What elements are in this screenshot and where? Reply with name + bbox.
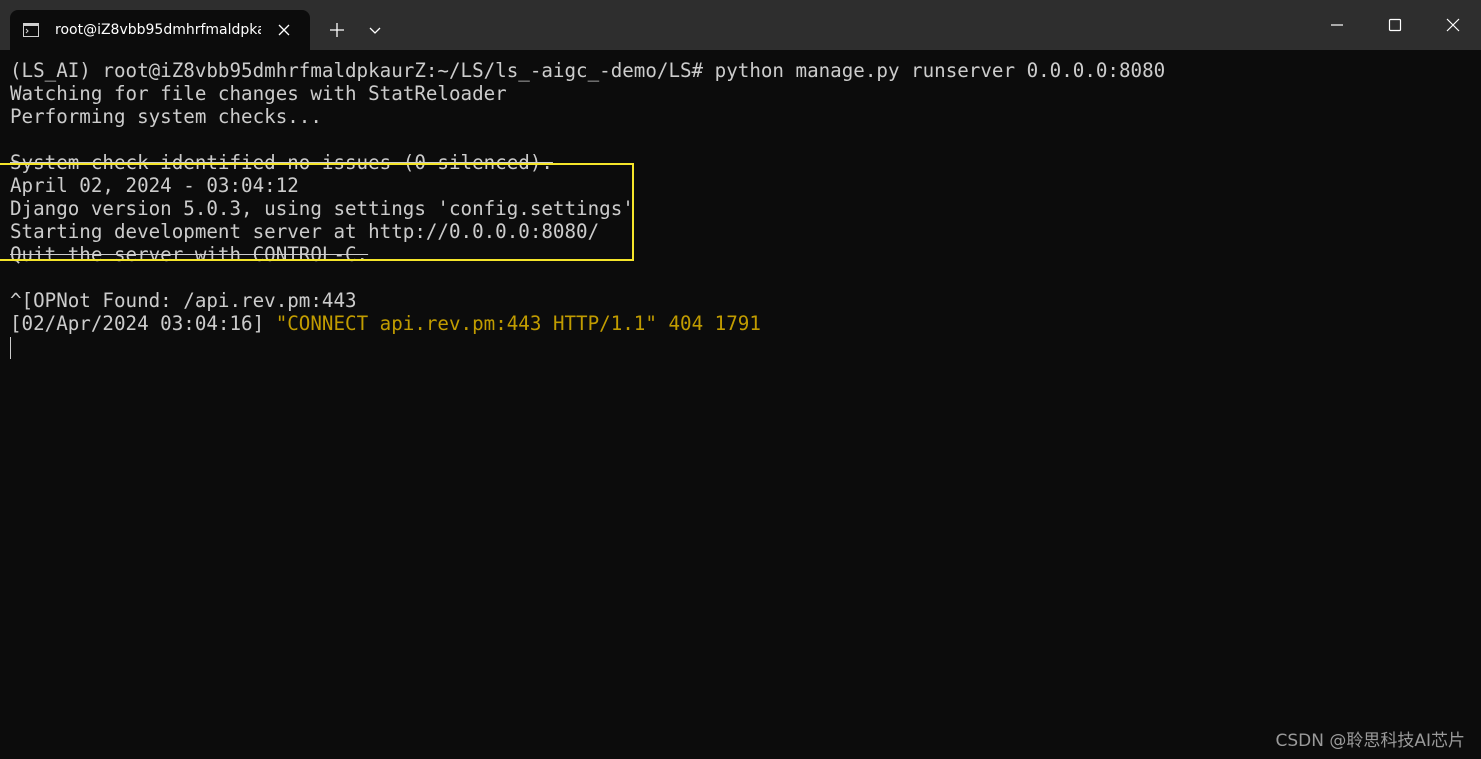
close-tab-button[interactable] xyxy=(272,18,296,42)
terminal-icon xyxy=(23,22,39,37)
minimize-button[interactable] xyxy=(1308,0,1366,50)
new-tab-button[interactable] xyxy=(325,18,349,42)
title-bar: root@iZ8vbb95dmhrfmaldpkaurZ: ~/LS/ls_-a… xyxy=(0,0,1481,50)
minimize-icon xyxy=(1331,24,1343,26)
highlight-annotation-box xyxy=(0,163,634,261)
maximize-button[interactable] xyxy=(1366,0,1424,50)
output-line: Watching for file changes with StatReloa… xyxy=(10,82,507,105)
command-line: (LS_AI) root@iZ8vbb95dmhrfmaldpkaurZ:~/L… xyxy=(10,59,1166,82)
log-request: "CONNECT api.rev.pm:443 HTTP/1.1" 404 17… xyxy=(275,312,761,335)
close-icon xyxy=(1446,18,1460,32)
close-window-button[interactable] xyxy=(1424,0,1481,50)
terminal-window: root@iZ8vbb95dmhrfmaldpkaurZ: ~/LS/ls_-a… xyxy=(0,0,1481,759)
terminal-tab[interactable]: root@iZ8vbb95dmhrfmaldpkaurZ: ~/LS/ls_-a… xyxy=(10,10,310,50)
tab-dropdown-button[interactable] xyxy=(363,18,387,42)
terminal-output[interactable]: (LS_AI) root@iZ8vbb95dmhrfmaldpkaurZ:~/L… xyxy=(0,50,1481,759)
plus-icon xyxy=(330,23,344,37)
maximize-icon xyxy=(1388,18,1402,32)
watermark: CSDN @聆思科技AI芯片 xyxy=(1275,731,1465,751)
output-line: ^[OPNot Found: /api.rev.pm:443 xyxy=(10,289,357,312)
log-timestamp: [02/Apr/2024 03:04:16] xyxy=(10,312,276,335)
output-line: Performing system checks... xyxy=(10,105,322,128)
log-line: [02/Apr/2024 03:04:16] "CONNECT api.rev.… xyxy=(10,312,761,335)
text-cursor xyxy=(10,337,11,359)
tab-title: root@iZ8vbb95dmhrfmaldpkaurZ: ~/LS/ls_-a… xyxy=(55,22,261,38)
chevron-down-icon xyxy=(369,27,381,34)
close-icon xyxy=(278,24,290,36)
